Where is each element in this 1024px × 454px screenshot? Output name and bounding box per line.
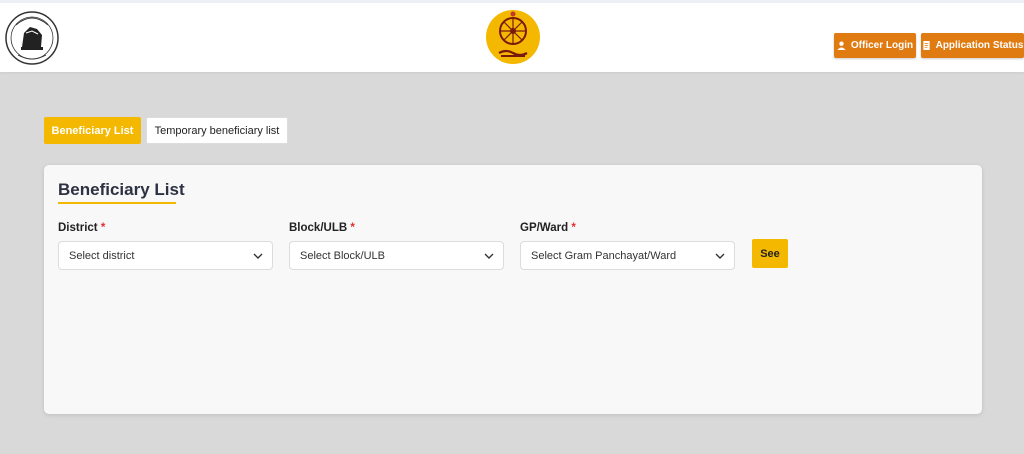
- chevron-down-icon: [253, 253, 263, 259]
- top-header: Officer Login Application Status: [0, 0, 1024, 72]
- gp-ward-label: GP/Ward *: [520, 222, 576, 234]
- block-ulb-required-mark: *: [350, 222, 355, 234]
- application-status-button[interactable]: Application Status: [921, 33, 1024, 58]
- district-select-value: Select district: [69, 249, 135, 262]
- block-ulb-label-text: Block/ULB: [289, 222, 348, 234]
- document-icon: [922, 41, 930, 50]
- user-icon: [837, 41, 846, 50]
- gp-ward-select-value: Select Gram Panchayat/Ward: [531, 249, 677, 262]
- officer-login-button[interactable]: Officer Login: [834, 33, 916, 58]
- beneficiary-list-card: Beneficiary List District * Select distr…: [44, 165, 982, 414]
- district-label: District *: [58, 222, 105, 234]
- chevron-down-icon: [484, 253, 494, 259]
- block-ulb-label: Block/ULB *: [289, 222, 355, 234]
- title-underline: [58, 202, 176, 204]
- card-title: Beneficiary List: [58, 180, 185, 199]
- district-select[interactable]: Select district: [58, 241, 273, 270]
- see-button[interactable]: See: [752, 239, 788, 268]
- gp-ward-required-mark: *: [571, 222, 576, 234]
- district-label-text: District: [58, 222, 98, 234]
- block-ulb-select-value: Select Block/ULB: [300, 249, 385, 262]
- district-required-mark: *: [100, 222, 106, 234]
- tab-temporary-beneficiary-list[interactable]: Temporary beneficiary list: [146, 117, 288, 144]
- gp-ward-label-text: GP/Ward: [520, 222, 569, 234]
- block-ulb-select[interactable]: Select Block/ULB: [289, 241, 504, 270]
- tab-beneficiary-list[interactable]: Beneficiary List: [44, 117, 141, 144]
- chevron-down-icon: [715, 253, 725, 259]
- state-emblem-logo[interactable]: [4, 5, 60, 71]
- sushasan-logo[interactable]: [484, 9, 542, 69]
- application-status-label: Application Status: [935, 40, 1024, 51]
- officer-login-label: Officer Login: [850, 40, 914, 51]
- gp-ward-select[interactable]: Select Gram Panchayat/Ward: [520, 241, 735, 270]
